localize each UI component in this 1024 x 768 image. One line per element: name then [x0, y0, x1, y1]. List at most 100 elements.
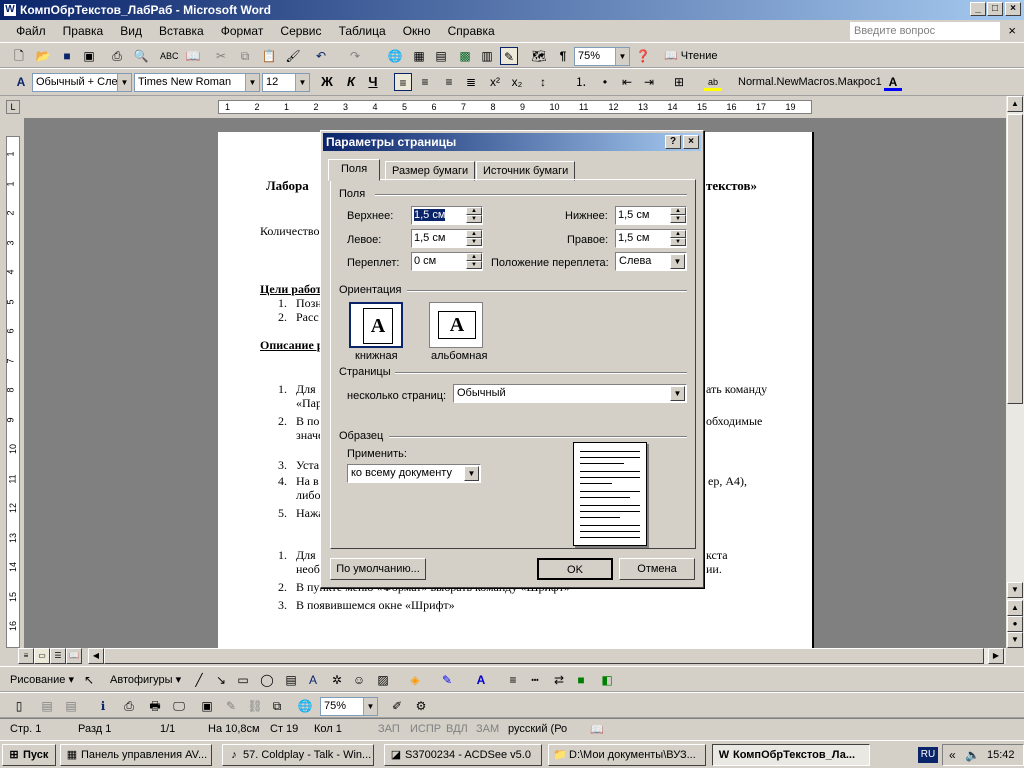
line-icon[interactable]: ╱ [190, 671, 208, 689]
menu-format[interactable]: Формат [214, 20, 271, 42]
scroll-thumb[interactable] [1007, 114, 1023, 404]
hscroll-thumb[interactable] [104, 648, 984, 664]
insert-excel-icon[interactable]: ▩ [456, 47, 474, 65]
bottom-margin-input[interactable]: 1,5 см ▲ ▼ [615, 206, 687, 225]
new-document-icon[interactable]: 🗋 [10, 47, 28, 65]
draw-font-color-icon[interactable]: A [472, 671, 490, 689]
language-indicator[interactable]: RU [918, 747, 938, 763]
numbering-icon[interactable]: ⒈ [572, 73, 590, 91]
tab-paper-source[interactable]: Источник бумаги [476, 161, 576, 181]
clipart-icon[interactable]: ☺ [350, 671, 368, 689]
select-objects-icon[interactable]: ↖ [80, 671, 98, 689]
spelling-status-icon[interactable]: 📖 [590, 723, 604, 736]
diagram-icon[interactable]: ✲ [328, 671, 346, 689]
outline-view-icon[interactable]: ☰ [50, 648, 66, 664]
pt-print-icon[interactable]: ⎙ [120, 697, 138, 715]
style-select[interactable]: Обычный + Сле ▼ [32, 73, 132, 92]
scroll-up-icon[interactable]: ▲ [1007, 96, 1023, 112]
dialog-close-button[interactable]: × [683, 135, 699, 149]
wordart-icon[interactable]: A [304, 671, 322, 689]
vertical-scrollbar[interactable]: ▲ ▼ ▲ ● ▼ [1006, 96, 1024, 648]
align-right-icon[interactable]: ≡ [440, 73, 458, 91]
ok-button[interactable]: OK [537, 558, 613, 580]
print-layout-icon[interactable]: ▭ [34, 648, 50, 664]
top-margin-input[interactable]: 1,5 см ▲ ▼ [411, 206, 483, 225]
portrait-label[interactable]: книжная [355, 350, 398, 362]
pt-icon-3[interactable]: ▤ [62, 697, 80, 715]
align-center-icon[interactable]: ≡ [416, 73, 434, 91]
pt-copy-icon[interactable]: ⧉ [268, 697, 286, 715]
portrait-option[interactable]: A [349, 302, 403, 348]
status-ovr[interactable]: ЗАМ [476, 723, 499, 735]
tab-paper-size[interactable]: Размер бумаги [385, 161, 476, 181]
normal-view-icon[interactable]: ≡ [18, 648, 34, 664]
ask-question-input[interactable]: Введите вопрос [850, 22, 1000, 40]
volume-icon[interactable]: 🔈 [965, 748, 980, 762]
decrease-indent-icon[interactable]: ⇤ [618, 73, 636, 91]
right-margin-input[interactable]: 1,5 см ▲ ▼ [615, 229, 687, 248]
apply-to-select[interactable]: ко всему документу ▼ [347, 464, 481, 483]
task-acdsee[interactable]: ◪ S3700234 - ACDSee v5.0 [384, 744, 542, 766]
dialog-help-button[interactable]: ? [665, 135, 681, 149]
task-winamp[interactable]: ♪ 57. Coldplay - Talk - Win... [222, 744, 374, 766]
default-button[interactable]: По умолчанию... [330, 558, 426, 580]
drawing-menu[interactable]: Рисование ▾ [10, 673, 74, 686]
pt-icon-1[interactable]: ▯ [10, 697, 28, 715]
tab-selector-icon[interactable]: L [6, 100, 20, 114]
line-color-icon[interactable]: ✎ [438, 671, 456, 689]
shadow-icon[interactable]: ■ [572, 671, 590, 689]
oval-icon[interactable]: ◯ [258, 671, 276, 689]
pt-tools-icon[interactable]: ⚙ [412, 697, 430, 715]
info-icon[interactable]: ℹ [94, 697, 112, 715]
status-ext[interactable]: ВДЛ [446, 723, 468, 735]
tab-margins[interactable]: Поля [328, 159, 381, 181]
pilcrow-icon[interactable]: ¶ [554, 47, 572, 65]
cancel-button[interactable]: Отмена [619, 558, 695, 580]
pt-link-icon[interactable]: ✎ [222, 697, 240, 715]
pt-icon-2[interactable]: ▤ [38, 697, 56, 715]
arrow-style-icon[interactable]: ⇄ [550, 671, 568, 689]
textbox-icon[interactable]: ▤ [282, 671, 300, 689]
menu-view[interactable]: Вид [113, 20, 149, 42]
font-color-button[interactable]: A [884, 73, 902, 91]
open-folder-icon[interactable]: 📂 [34, 47, 52, 65]
pt-chain-icon[interactable]: ⛓ [246, 697, 264, 715]
spelling-icon[interactable]: ABC [160, 47, 179, 65]
macro-button[interactable]: Normal.NewMacros.Макрос1 [738, 76, 882, 88]
maximize-button[interactable]: □ [987, 2, 1003, 16]
scroll-down-icon[interactable]: ▼ [1007, 582, 1023, 598]
next-page-icon[interactable]: ▼ [1007, 632, 1023, 648]
print-icon[interactable]: ⎙ [108, 47, 126, 65]
document-map-icon[interactable]: 🗺 [530, 47, 548, 65]
justify-icon[interactable]: ≣ [462, 73, 480, 91]
left-margin-input[interactable]: 1,5 см ▲ ▼ [411, 229, 483, 248]
word-icon[interactable]: W [3, 3, 17, 17]
scroll-right-icon[interactable]: ▶ [988, 648, 1004, 664]
line-style-icon[interactable]: ≡ [504, 671, 522, 689]
pt-doc-icon[interactable]: ▣ [198, 697, 216, 715]
increase-indent-icon[interactable]: ⇥ [640, 73, 658, 91]
gutter-input[interactable]: 0 см ▲ ▼ [411, 252, 483, 271]
superscript-button[interactable]: x² [486, 73, 504, 91]
bold-button[interactable]: Ж [318, 73, 336, 91]
pt-zoom-select[interactable]: 75% ▼ [320, 697, 378, 716]
align-left-icon[interactable]: ≡ [394, 73, 412, 91]
paste-icon[interactable]: 📋 [260, 47, 278, 65]
permission-icon[interactable]: ▣ [80, 47, 98, 65]
menu-edit[interactable]: Правка [56, 20, 111, 42]
save-icon[interactable]: ■ [58, 47, 76, 65]
autoshapes-menu[interactable]: Автофигуры ▾ [110, 673, 181, 686]
landscape-option[interactable]: A [429, 302, 483, 348]
horizontal-ruler[interactable]: 1 2 1 2 3 4 5 6 7 8 9 10 11 12 13 14 15 16 17 19 [218, 100, 812, 114]
subscript-button[interactable]: x₂ [508, 73, 526, 91]
format-painter-icon[interactable]: 🖌 [284, 47, 302, 65]
zoom-select[interactable]: 75% ▼ [574, 47, 630, 66]
menu-file[interactable]: Файл [9, 20, 53, 42]
browse-object-icon[interactable]: ● [1007, 616, 1023, 632]
horizontal-scrollbar[interactable]: ◀ ▶ [88, 648, 1006, 664]
redo-icon[interactable]: ↷ [346, 47, 364, 65]
underline-button[interactable]: Ч [364, 73, 382, 91]
task-word[interactable]: W КомпОбрТекстов_Ла... [712, 744, 870, 766]
pt-monitor-icon[interactable]: 🖵 [170, 697, 188, 715]
line-spacing-icon[interactable]: ↕ [534, 73, 552, 91]
